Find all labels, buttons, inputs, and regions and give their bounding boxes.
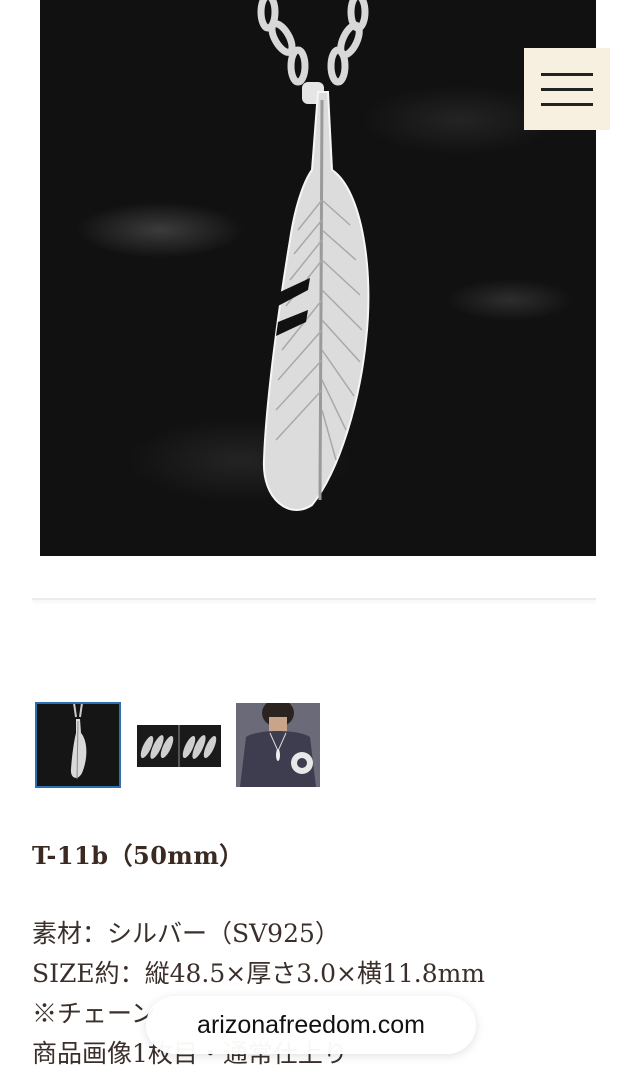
hamburger-line [541,87,593,91]
thumbnail-2[interactable] [137,725,221,767]
thumbnail-3[interactable] [236,703,320,787]
product-title: T-11b（50mm） [32,841,244,870]
browser-url-pill[interactable]: arizonafreedom.com [146,996,476,1054]
hamburger-line [541,72,593,76]
feather-thumbnail-icon [70,703,87,780]
description-size: SIZE約：縦48.5×厚さ3.0×横11.8mm [32,959,486,988]
url-domain: arizonafreedom.com [197,1010,425,1039]
thumbnail-1[interactable] [35,702,121,788]
feather-pendant-image [257,0,370,511]
section-divider [32,598,596,600]
feather-set-thumbnail-icon [140,725,217,767]
hamburger-menu-button[interactable] [524,48,610,130]
product-main-image[interactable] [40,0,596,556]
description-material: 素材：シルバー（SV925） [32,919,340,948]
model-wearing-thumbnail-icon [236,703,320,787]
hamburger-line [541,102,593,106]
